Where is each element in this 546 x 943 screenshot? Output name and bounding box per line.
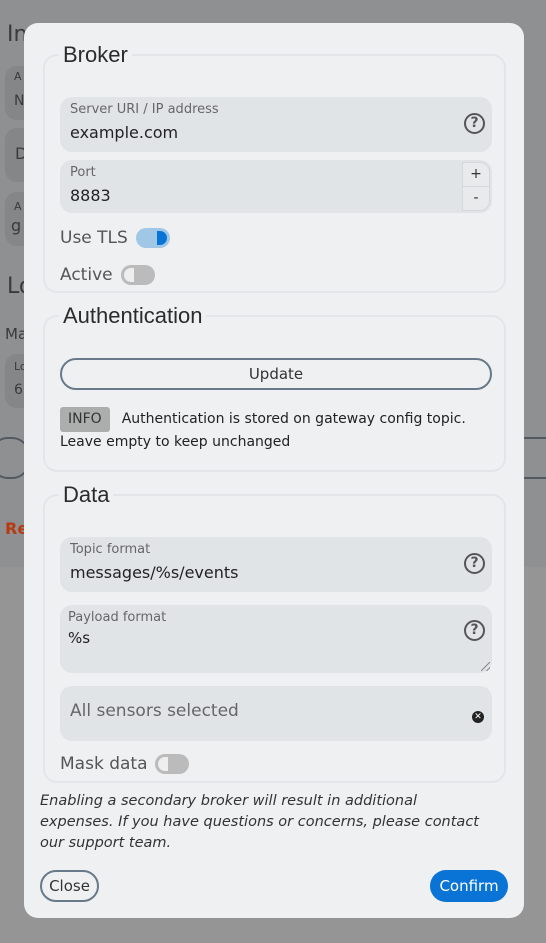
broker-legend: Broker xyxy=(63,42,128,67)
bg-text: g xyxy=(11,216,22,235)
close-button[interactable]: Close xyxy=(40,870,99,902)
port-label: Port xyxy=(70,165,96,180)
bg-text: A xyxy=(14,200,22,213)
data-section: Data Topic format messages/%s/events ? P… xyxy=(43,482,506,783)
port-value[interactable]: 8883 xyxy=(70,186,111,205)
payload-format-label: Payload format xyxy=(68,610,167,625)
topic-format-label: Topic format xyxy=(70,542,151,557)
info-badge: INFO xyxy=(60,407,110,432)
sensors-placeholder: All sensors selected xyxy=(70,701,239,721)
use-tls-toggle[interactable] xyxy=(135,228,170,248)
sensors-select[interactable]: All sensors selected ✕ xyxy=(60,686,492,741)
use-tls-label: Use TLS xyxy=(60,228,128,248)
payload-format-value[interactable]: %s xyxy=(68,629,90,647)
use-tls-row: Use TLS xyxy=(60,228,170,248)
active-row: Active xyxy=(60,265,155,285)
port-field[interactable]: Port 8883 + - xyxy=(60,160,492,213)
clear-icon[interactable]: ✕ xyxy=(472,711,484,723)
update-button[interactable]: Update xyxy=(60,358,492,390)
active-toggle[interactable] xyxy=(120,265,155,285)
topic-format-value[interactable]: messages/%s/events xyxy=(70,563,238,582)
authentication-legend: Authentication xyxy=(63,303,203,328)
topic-format-field[interactable]: Topic format messages/%s/events ? xyxy=(60,537,492,592)
server-uri-label: Server URI / IP address xyxy=(70,102,219,117)
bg-text: A xyxy=(14,70,22,83)
mask-data-label: Mask data xyxy=(60,754,148,774)
info-text: Authentication is stored on gateway conf… xyxy=(60,411,466,450)
server-uri-value[interactable]: example.com xyxy=(70,123,178,142)
payload-format-field[interactable]: Payload format %s ? xyxy=(60,605,492,673)
question-circle-icon[interactable]: ? xyxy=(464,620,485,641)
bg-text: 6 xyxy=(14,382,23,398)
question-circle-icon[interactable]: ? xyxy=(464,113,485,134)
expenses-note: Enabling a secondary broker will result … xyxy=(40,793,479,851)
question-circle-icon[interactable]: ? xyxy=(464,553,485,574)
port-increment-button[interactable]: + xyxy=(462,162,490,187)
authentication-section: Authentication Update INFO Authentication… xyxy=(43,303,506,472)
resize-grip-icon[interactable] xyxy=(481,662,490,671)
active-label: Active xyxy=(60,265,113,285)
data-legend: Data xyxy=(63,482,110,507)
broker-section: Broker Server URI / IP address example.c… xyxy=(43,42,506,293)
mask-data-toggle[interactable] xyxy=(155,754,190,774)
mask-data-row: Mask data xyxy=(60,754,190,774)
bg-text: N xyxy=(14,93,25,109)
port-decrement-button[interactable]: - xyxy=(462,186,490,211)
secondary-broker-dialog: Broker Server URI / IP address example.c… xyxy=(24,23,524,918)
auth-info: INFO Authentication is stored on gateway … xyxy=(60,407,480,453)
server-uri-field[interactable]: Server URI / IP address example.com ? xyxy=(60,97,492,152)
confirm-button[interactable]: Confirm xyxy=(430,870,508,902)
